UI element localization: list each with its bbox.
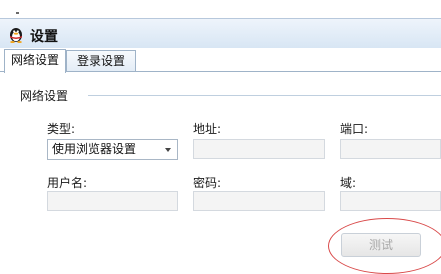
username-label: 用户名: <box>47 176 88 190</box>
domain-input[interactable] <box>340 191 441 211</box>
tab-network-settings[interactable]: 网络设置 <box>4 49 66 73</box>
password-input[interactable] <box>193 191 325 211</box>
username-input[interactable] <box>47 191 178 211</box>
window-title: 设置 <box>30 29 58 45</box>
proxy-type-value: 使用浏览器设置 <box>52 142 137 156</box>
tab-login-settings[interactable]: 登录设置 <box>66 50 136 72</box>
decorative-mark <box>16 12 19 14</box>
background-strip <box>0 0 441 18</box>
group-divider <box>88 95 441 96</box>
group-title: 网络设置 <box>20 89 69 103</box>
test-button[interactable]: 测试 <box>341 233 421 257</box>
port-label: 端口: <box>340 122 369 136</box>
chevron-down-icon <box>165 148 171 152</box>
titlebar[interactable]: 设置 <box>0 18 441 48</box>
type-label: 类型: <box>47 122 76 136</box>
domain-label: 域: <box>340 176 357 190</box>
tab-strip: 网络设置 登录设置 <box>0 48 441 73</box>
port-input[interactable] <box>340 139 441 159</box>
password-label: 密码: <box>193 176 222 190</box>
address-label: 地址: <box>193 122 222 136</box>
penguin-icon <box>10 28 22 43</box>
proxy-type-select[interactable]: 使用浏览器设置 <box>47 139 178 160</box>
settings-window: 设置 网络设置 登录设置 网络设置 类型: 地址: 端口: 使用浏览器设置 用户… <box>0 18 441 274</box>
network-settings-panel: 网络设置 类型: 地址: 端口: 使用浏览器设置 用户名: 密码: 域: 测试 <box>0 72 441 274</box>
address-input[interactable] <box>193 139 325 159</box>
